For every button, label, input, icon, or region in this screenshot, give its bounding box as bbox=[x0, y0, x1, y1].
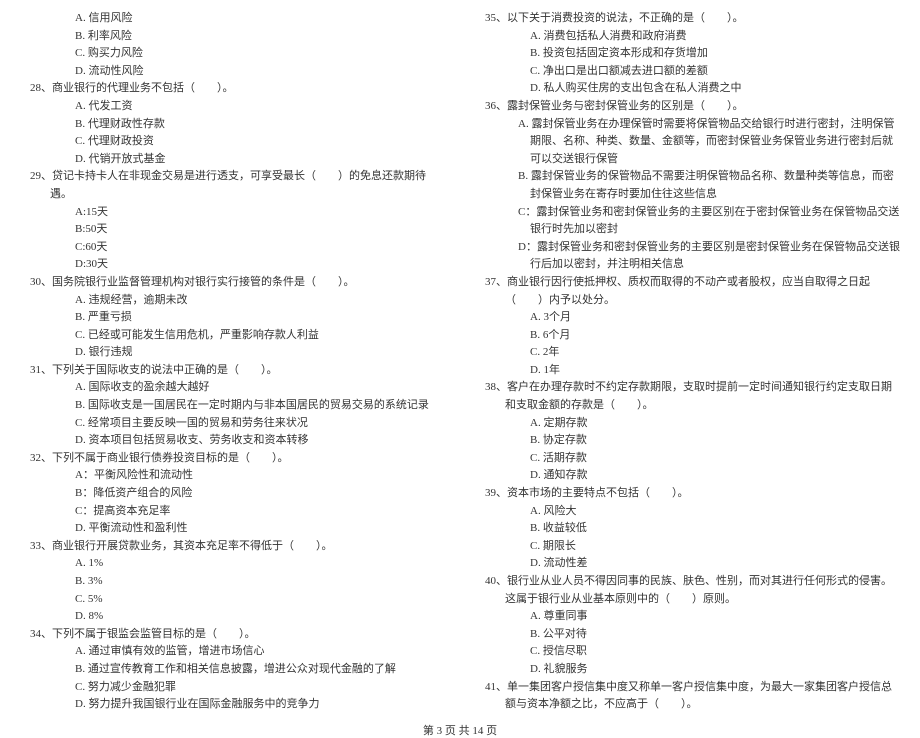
q29-opt-d: D:30天 bbox=[20, 256, 445, 274]
q40-opt-b: B. 公平对待 bbox=[475, 626, 900, 644]
q34-opt-a: A. 通过审慎有效的监管，增进市场信心 bbox=[20, 643, 445, 661]
left-column: A. 信用风险 B. 利率风险 C. 购买力风险 D. 流动性风险 28、商业银… bbox=[20, 10, 445, 714]
q29-stem: 29、贷记卡持卡人在非现金交易是进行透支，可享受最长（ ）的免息还款期待遇。 bbox=[20, 168, 445, 203]
q30-opt-b: B. 严重亏损 bbox=[20, 309, 445, 327]
q34-opt-b: B. 通过宣传教育工作和相关信息披露，增进公众对现代金融的了解 bbox=[20, 661, 445, 679]
q35-opt-b: B. 投资包括固定资本形成和存货增加 bbox=[475, 45, 900, 63]
q28-opt-b: B. 代理财政性存款 bbox=[20, 116, 445, 134]
q35-opt-c: C. 净出口是出口额减去进口额的差额 bbox=[475, 63, 900, 81]
q29-opt-b: B:50天 bbox=[20, 221, 445, 239]
q37-opt-c: C. 2年 bbox=[475, 344, 900, 362]
q39-opt-c: C. 期限长 bbox=[475, 538, 900, 556]
q31-opt-b: B. 国际收支是一国居民在一定时期内与非本国居民的贸易交易的系统记录 bbox=[20, 397, 445, 415]
q30-stem: 30、国务院银行业监督管理机构对银行实行接管的条件是（ ）。 bbox=[20, 274, 445, 292]
q27-opt-c: C. 购买力风险 bbox=[20, 45, 445, 63]
q36-opt-c: C：露封保管业务和密封保管业务的主要区别在于密封保管业务在保管物品交送银行时先加… bbox=[475, 204, 900, 239]
q36-opt-d: D：露封保管业务和密封保管业务的主要区别是密封保管业务在保管物品交送银行后加以密… bbox=[475, 239, 900, 274]
q28-opt-c: C. 代理财政投资 bbox=[20, 133, 445, 151]
q39-opt-a: A. 风险大 bbox=[475, 503, 900, 521]
q33-opt-c: C. 5% bbox=[20, 591, 445, 609]
q39-opt-b: B. 收益较低 bbox=[475, 520, 900, 538]
q36-opt-b: B. 露封保管业务的保管物品不需要注明保管物品名称、数量种类等信息，而密封保管业… bbox=[475, 168, 900, 203]
q32-opt-c: C：提高资本充足率 bbox=[20, 503, 445, 521]
q35-stem: 35、以下关于消费投资的说法，不正确的是（ ）。 bbox=[475, 10, 900, 28]
q37-opt-d: D. 1年 bbox=[475, 362, 900, 380]
q39-stem: 39、资本市场的主要特点不包括（ ）。 bbox=[475, 485, 900, 503]
q33-opt-a: A. 1% bbox=[20, 555, 445, 573]
q36-stem: 36、露封保管业务与密封保管业务的区别是（ ）。 bbox=[475, 98, 900, 116]
page-footer: 第 3 页 共 14 页 bbox=[0, 714, 920, 738]
q35-opt-d: D. 私人购买住房的支出包含在私人消费之中 bbox=[475, 80, 900, 98]
q34-stem: 34、下列不属于银监会监管目标的是（ ）。 bbox=[20, 626, 445, 644]
q31-opt-d: D. 资本项目包括贸易收支、劳务收支和资本转移 bbox=[20, 432, 445, 450]
q32-opt-a: A：平衡风险性和流动性 bbox=[20, 467, 445, 485]
q39-opt-d: D. 流动性差 bbox=[475, 555, 900, 573]
q27-opt-d: D. 流动性风险 bbox=[20, 63, 445, 81]
q29-opt-c: C:60天 bbox=[20, 239, 445, 257]
q30-opt-a: A. 违规经营，逾期未改 bbox=[20, 292, 445, 310]
q41-stem: 41、单一集团客户授信集中度又称单一客户授信集中度，为最大一家集团客户授信总额与… bbox=[475, 679, 900, 714]
q28-opt-d: D. 代销开放式基金 bbox=[20, 151, 445, 169]
q30-opt-c: C. 已经或可能发生信用危机，严重影响存款人利益 bbox=[20, 327, 445, 345]
q28-opt-a: A. 代发工资 bbox=[20, 98, 445, 116]
q40-stem: 40、银行业从业人员不得因同事的民族、肤色、性别，而对其进行任何形式的侵害。这属… bbox=[475, 573, 900, 608]
q37-opt-b: B. 6个月 bbox=[475, 327, 900, 345]
q31-stem: 31、下列关于国际收支的说法中正确的是（ ）。 bbox=[20, 362, 445, 380]
q29-opt-a: A:15天 bbox=[20, 204, 445, 222]
page-body: A. 信用风险 B. 利率风险 C. 购买力风险 D. 流动性风险 28、商业银… bbox=[0, 0, 920, 714]
q34-opt-d: D. 努力提升我国银行业在国际金融服务中的竞争力 bbox=[20, 696, 445, 714]
q30-opt-d: D. 银行违规 bbox=[20, 344, 445, 362]
q36-opt-a: A. 露封保管业务在办理保管时需要将保管物品交给银行时进行密封，注明保管期限、名… bbox=[475, 116, 900, 169]
q32-opt-b: B：降低资产组合的风险 bbox=[20, 485, 445, 503]
q34-opt-c: C. 努力减少金融犯罪 bbox=[20, 679, 445, 697]
q32-stem: 32、下列不属于商业银行债券投资目标的是（ ）。 bbox=[20, 450, 445, 468]
q38-stem: 38、客户在办理存款时不约定存款期限，支取时提前一定时间通知银行约定支取日期和支… bbox=[475, 379, 900, 414]
q31-opt-c: C. 经常项目主要反映一国的贸易和劳务往来状况 bbox=[20, 415, 445, 433]
q37-stem: 37、商业银行因行使抵押权、质权而取得的不动产或者股权，应当自取得之日起（ ）内… bbox=[475, 274, 900, 309]
right-column: 35、以下关于消费投资的说法，不正确的是（ ）。 A. 消费包括私人消费和政府消… bbox=[475, 10, 900, 714]
q28-stem: 28、商业银行的代理业务不包括（ ）。 bbox=[20, 80, 445, 98]
q37-opt-a: A. 3个月 bbox=[475, 309, 900, 327]
q27-opt-b: B. 利率风险 bbox=[20, 28, 445, 46]
q31-opt-a: A. 国际收支的盈余越大越好 bbox=[20, 379, 445, 397]
q33-opt-b: B. 3% bbox=[20, 573, 445, 591]
q40-opt-a: A. 尊重同事 bbox=[475, 608, 900, 626]
q35-opt-a: A. 消费包括私人消费和政府消费 bbox=[475, 28, 900, 46]
q40-opt-c: C. 授信尽职 bbox=[475, 643, 900, 661]
q38-opt-b: B. 协定存款 bbox=[475, 432, 900, 450]
q33-stem: 33、商业银行开展贷款业务，其资本充足率不得低于（ ）。 bbox=[20, 538, 445, 556]
q38-opt-a: A. 定期存款 bbox=[475, 415, 900, 433]
q38-opt-c: C. 活期存款 bbox=[475, 450, 900, 468]
q27-opt-a: A. 信用风险 bbox=[20, 10, 445, 28]
q33-opt-d: D. 8% bbox=[20, 608, 445, 626]
q32-opt-d: D. 平衡流动性和盈利性 bbox=[20, 520, 445, 538]
q38-opt-d: D. 通知存款 bbox=[475, 467, 900, 485]
q40-opt-d: D. 礼貌服务 bbox=[475, 661, 900, 679]
